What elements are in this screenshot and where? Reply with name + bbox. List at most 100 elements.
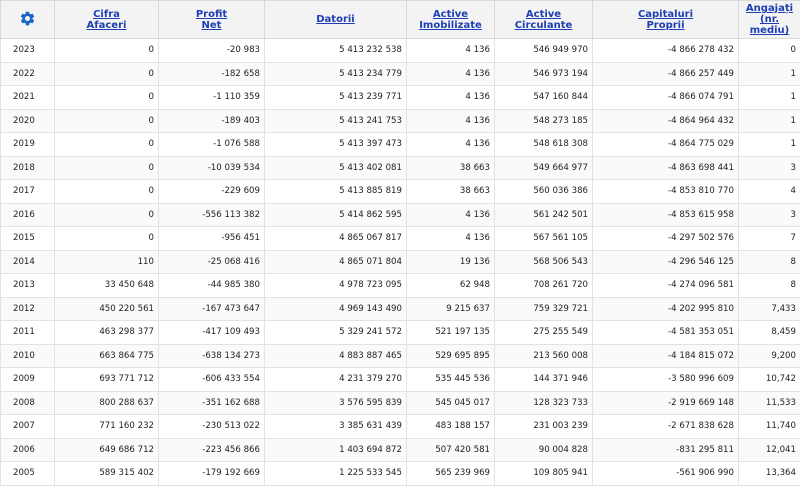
cell-active-circulante: 547 160 844 (494, 85, 593, 110)
cell-datorii: 4 978 723 095 (264, 273, 407, 298)
cell-cifra-afaceri: 0 (54, 202, 159, 227)
cell-profit-net: -1 110 359 (158, 85, 265, 110)
cell-profit-net: -179 192 669 (158, 461, 265, 486)
cell-profit-net: -638 134 273 (158, 343, 265, 368)
cell-active-imobilizate: 9 215 637 (406, 296, 495, 321)
cell-active-circulante: 90 004 828 (494, 437, 593, 462)
cell-capitaluri-proprii: -4 581 353 051 (592, 320, 739, 345)
cell-profit-net: -956 451 (158, 226, 265, 251)
table-row: 2022 0 -182 658 5 413 234 779 4 136 546 973 1… (0, 61, 800, 86)
cell-active-circulante: 759 329 721 (494, 296, 593, 321)
cell-capitaluri-proprii: -561 906 990 (592, 461, 739, 486)
cell-datorii: 4 883 887 465 (264, 343, 407, 368)
cell-active-imobilizate: 38 663 (406, 179, 495, 204)
cell-capitaluri-proprii: -4 853 615 958 (592, 202, 739, 227)
cell-datorii: 3 576 595 839 (264, 390, 407, 415)
cell-datorii: 4 969 143 490 (264, 296, 407, 321)
cell-profit-net: -229 609 (158, 179, 265, 204)
cell-angajati: 8 (738, 273, 800, 298)
cell-profit-net: -44 985 380 (158, 273, 265, 298)
cell-angajati: 8 (738, 249, 800, 274)
cell-year: 2023 (0, 38, 55, 63)
cell-active-imobilizate: 4 136 (406, 108, 495, 133)
settings-header[interactable] (0, 0, 55, 39)
cell-year: 2006 (0, 437, 55, 462)
col-header-active-circulante[interactable]: Active Circulante (494, 0, 593, 39)
cell-active-circulante: 546 949 970 (494, 38, 593, 63)
cell-profit-net: -351 162 688 (158, 390, 265, 415)
col-header-angajati[interactable]: Angajați (nr. mediu) (738, 0, 800, 39)
col-header-datorii[interactable]: Datorii (264, 0, 407, 39)
cell-angajati: 1 (738, 132, 800, 157)
cell-active-imobilizate: 62 948 (406, 273, 495, 298)
cell-capitaluri-proprii: -4 866 074 791 (592, 85, 739, 110)
cell-year: 2020 (0, 108, 55, 133)
table-row: 2012 450 220 561 -167 473 647 4 969 143 490… (0, 296, 800, 321)
cell-profit-net: -606 433 554 (158, 367, 265, 392)
cell-active-circulante: 213 560 008 (494, 343, 593, 368)
cell-datorii: 4 231 379 270 (264, 367, 407, 392)
cell-active-imobilizate: 38 663 (406, 155, 495, 180)
cell-capitaluri-proprii: -831 295 811 (592, 437, 739, 462)
cell-profit-net: -25 068 416 (158, 249, 265, 274)
cell-cifra-afaceri: 0 (54, 155, 159, 180)
cell-year: 2019 (0, 132, 55, 157)
cell-datorii: 5 413 234 779 (264, 61, 407, 86)
cell-profit-net: -417 109 493 (158, 320, 265, 345)
cell-active-imobilizate: 4 136 (406, 61, 495, 86)
cell-capitaluri-proprii: -3 580 996 609 (592, 367, 739, 392)
cell-datorii: 5 329 241 572 (264, 320, 407, 345)
table-row: 2008 800 288 637 -351 162 688 3 576 595 839… (0, 390, 800, 415)
cell-datorii: 5 413 397 473 (264, 132, 407, 157)
cell-capitaluri-proprii: -4 297 502 576 (592, 226, 739, 251)
cell-year: 2016 (0, 202, 55, 227)
cell-active-circulante: 548 273 185 (494, 108, 593, 133)
cell-active-imobilizate: 545 045 017 (406, 390, 495, 415)
cell-year: 2005 (0, 461, 55, 486)
cell-cifra-afaceri: 693 771 712 (54, 367, 159, 392)
cell-datorii: 1 403 694 872 (264, 437, 407, 462)
cell-capitaluri-proprii: -4 853 810 770 (592, 179, 739, 204)
cell-year: 2013 (0, 273, 55, 298)
cell-year: 2015 (0, 226, 55, 251)
cell-angajati: 1 (738, 108, 800, 133)
cell-year: 2011 (0, 320, 55, 345)
cell-active-circulante: 708 261 720 (494, 273, 593, 298)
cell-capitaluri-proprii: -4 863 698 441 (592, 155, 739, 180)
col-header-profit-net[interactable]: Profit Net (158, 0, 265, 39)
cell-cifra-afaceri: 0 (54, 85, 159, 110)
cell-capitaluri-proprii: -2 671 838 628 (592, 414, 739, 439)
table-row: 2017 0 -229 609 5 413 885 819 38 663 560 036 … (0, 179, 800, 204)
table-row: 2018 0 -10 039 534 5 413 402 081 38 663 549 6… (0, 155, 800, 180)
cell-datorii: 5 414 862 595 (264, 202, 407, 227)
cell-capitaluri-proprii: -4 864 964 432 (592, 108, 739, 133)
cell-active-circulante: 568 506 543 (494, 249, 593, 274)
cell-active-circulante: 128 323 733 (494, 390, 593, 415)
cell-angajati: 9,200 (738, 343, 800, 368)
cell-active-circulante: 561 242 501 (494, 202, 593, 227)
cell-active-circulante: 546 973 194 (494, 61, 593, 86)
col-header-capitaluri-proprii[interactable]: Capitaluri Proprii (592, 0, 739, 39)
table-row: 2016 0 -556 113 382 5 414 862 595 4 136 561 2… (0, 202, 800, 227)
cell-angajati: 3 (738, 202, 800, 227)
cell-cifra-afaceri: 800 288 637 (54, 390, 159, 415)
table-row: 2007 771 160 232 -230 513 022 3 385 631 439… (0, 414, 800, 439)
cell-year: 2022 (0, 61, 55, 86)
cell-angajati: 7 (738, 226, 800, 251)
cell-year: 2008 (0, 390, 55, 415)
cell-profit-net: -10 039 534 (158, 155, 265, 180)
cell-cifra-afaceri: 0 (54, 132, 159, 157)
table-row: 2006 649 686 712 -223 456 866 1 403 694 872… (0, 437, 800, 462)
cell-active-circulante: 109 805 941 (494, 461, 593, 486)
cell-active-imobilizate: 529 695 895 (406, 343, 495, 368)
cell-active-imobilizate: 19 136 (406, 249, 495, 274)
cell-cifra-afaceri: 0 (54, 61, 159, 86)
table-row: 2015 0 -956 451 4 865 067 817 4 136 567 561 1… (0, 226, 800, 251)
cell-capitaluri-proprii: -4 866 257 449 (592, 61, 739, 86)
cell-cifra-afaceri: 663 864 775 (54, 343, 159, 368)
cell-profit-net: -20 983 (158, 38, 265, 63)
cell-active-imobilizate: 507 420 581 (406, 437, 495, 462)
col-header-active-imobilizate[interactable]: Active Imobilizate (406, 0, 495, 39)
gear-icon[interactable] (19, 10, 36, 27)
col-header-cifra-afaceri[interactable]: Cifra Afaceri (54, 0, 159, 39)
